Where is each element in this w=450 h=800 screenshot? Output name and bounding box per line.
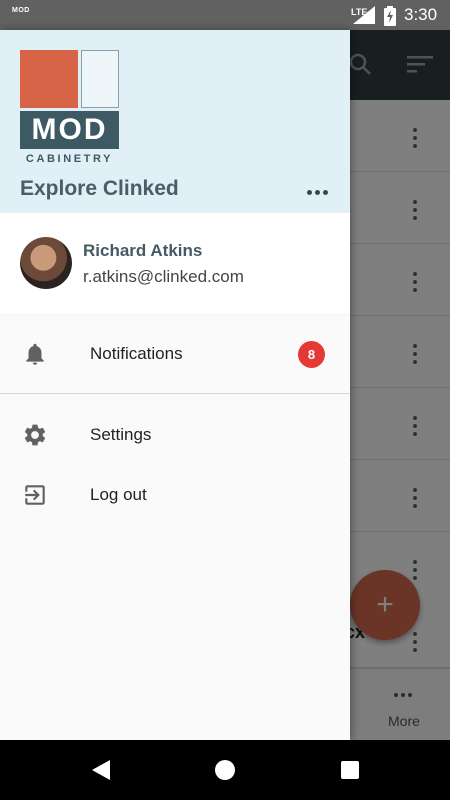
more-options-icon[interactable] (303, 186, 332, 199)
avatar (20, 237, 72, 289)
logo-outline-rect (81, 50, 119, 108)
menu-divider (0, 393, 350, 394)
bell-icon (26, 343, 44, 365)
battery-charging-icon (384, 6, 396, 26)
user-email: r.atkins@clinked.com (83, 267, 244, 286)
back-icon[interactable] (90, 758, 112, 782)
menu-item-label: Log out (90, 485, 147, 504)
workspace-title[interactable]: Explore Clinked (20, 177, 179, 201)
status-app-mini-logo: MOD (12, 7, 30, 14)
home-icon[interactable] (214, 758, 236, 782)
user-profile[interactable]: Richard Atkins r.atkins@clinked.com (0, 213, 350, 313)
system-navigation-bar (0, 740, 450, 800)
gear-icon (24, 424, 46, 446)
menu-item-logout[interactable]: Log out (0, 466, 350, 524)
clock: 3:30 (404, 5, 438, 24)
logo-mod-text: MOD (20, 111, 119, 149)
menu-item-label: Settings (90, 425, 152, 444)
recents-icon[interactable] (339, 758, 361, 782)
menu-item-settings[interactable]: Settings (0, 406, 350, 464)
drawer-header: MOD CABINETRY Explore Clinked (0, 30, 350, 213)
navigation-drawer: MOD CABINETRY Explore Clinked Richard At… (0, 30, 350, 740)
menu-item-notifications[interactable]: Notifications 8 (0, 325, 350, 383)
network-type-label: LTE (351, 7, 368, 17)
logo-red-square (20, 50, 78, 108)
logout-icon (25, 485, 45, 505)
status-bar: MOD LTE 3:30 (0, 0, 450, 30)
user-name: Richard Atkins (83, 241, 203, 260)
notification-count-badge: 8 (298, 341, 325, 368)
logo-cabinetry-text: CABINETRY (25, 153, 114, 165)
menu-item-label: Notifications (90, 344, 183, 363)
